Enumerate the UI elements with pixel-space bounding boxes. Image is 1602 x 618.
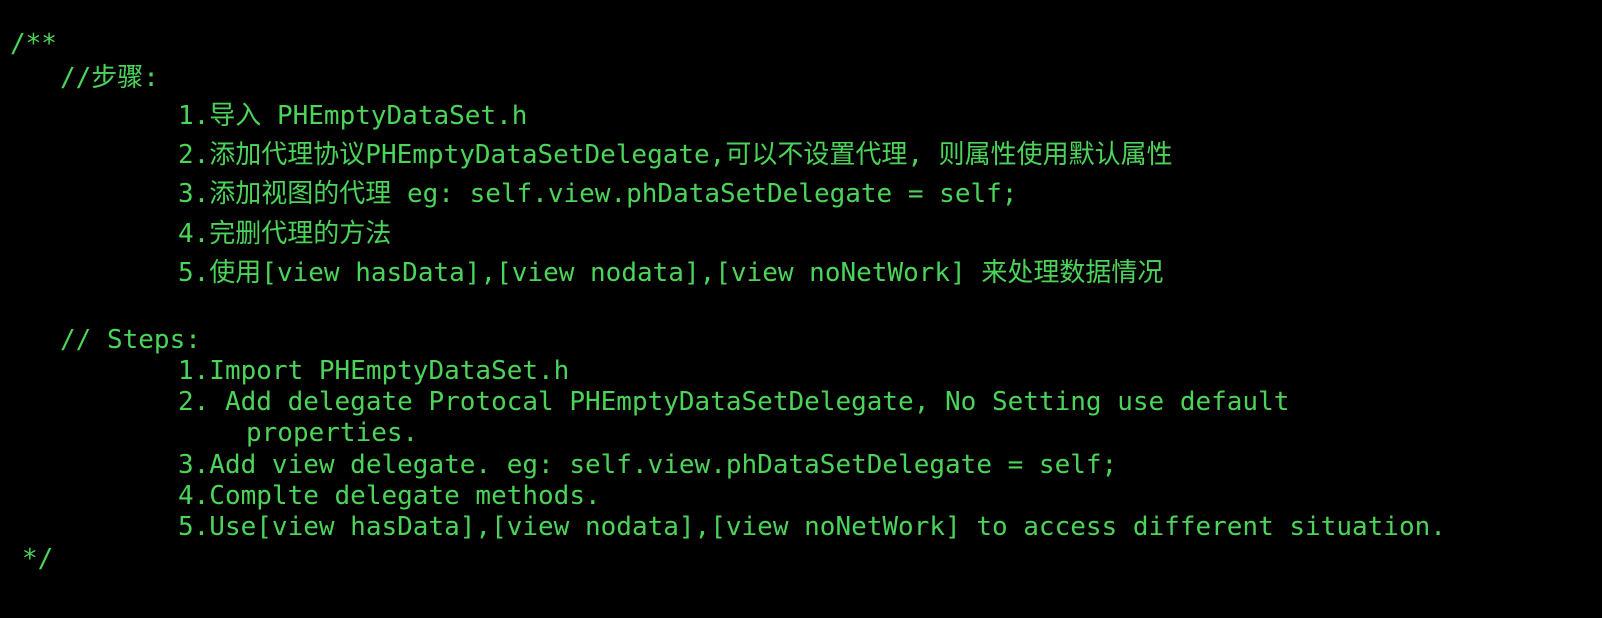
- comment-open: /**: [10, 29, 57, 59]
- zh-step-line: 1.导入 PHEmptyDataSet.h: [178, 101, 528, 131]
- en-step-continuation: properties.: [246, 418, 419, 448]
- code-comment-view: /** //步骤: 1.导入 PHEmptyDataSet.h 2.添加代理协议…: [0, 0, 1602, 618]
- comment-close: */: [22, 544, 54, 574]
- en-step-line: 3.Add view delegate. eg: self.view.phDat…: [178, 450, 1118, 480]
- en-step-line: 4.Complte delegate methods.: [178, 481, 601, 511]
- en-step-line: 5.Use[view hasData],[view nodata],[view …: [178, 512, 1446, 542]
- en-steps-header: // Steps:: [60, 325, 201, 355]
- zh-steps-header: //步骤:: [60, 63, 159, 93]
- en-step-line: 2. Add delegate Protocal PHEmptyDataSetD…: [178, 387, 1290, 417]
- en-step-line: 1.Import PHEmptyDataSet.h: [178, 356, 570, 386]
- zh-step-line: 2.添加代理协议PHEmptyDataSetDelegate,可以不设置代理, …: [178, 140, 1173, 170]
- zh-step-line: 3.添加视图的代理 eg: self.view.phDataSetDelegat…: [178, 179, 1018, 209]
- zh-step-line: 5.使用[view hasData],[view nodata],[view n…: [178, 258, 1164, 288]
- zh-step-line: 4.完删代理的方法: [178, 219, 392, 249]
